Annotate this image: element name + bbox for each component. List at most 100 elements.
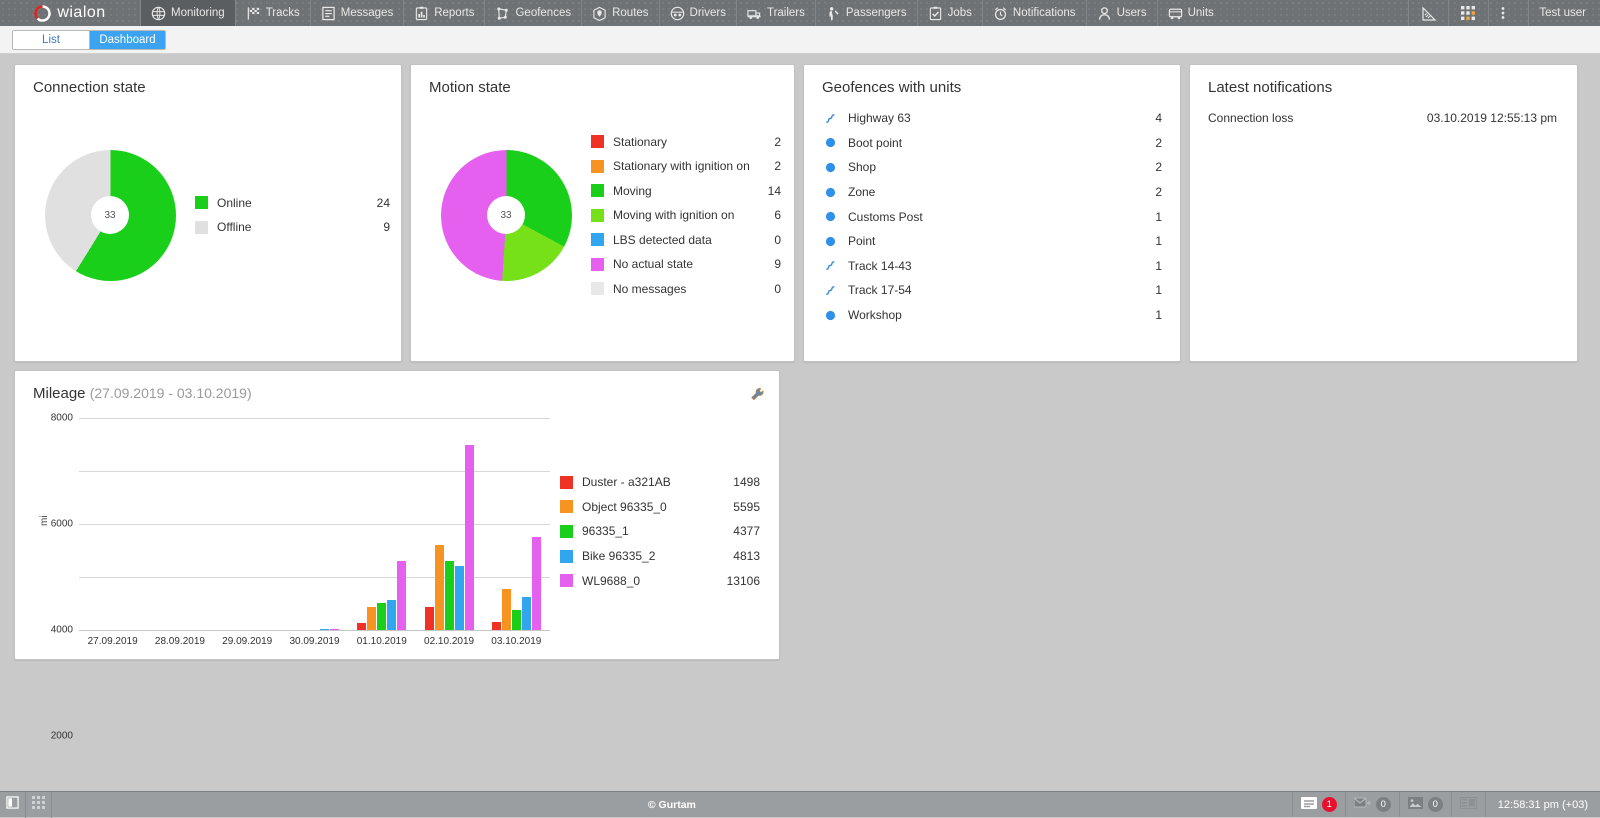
legend-item[interactable]: 96335_14377 (560, 519, 760, 544)
bar[interactable] (522, 597, 531, 630)
legend-item[interactable]: Moving with ignition on6 (591, 203, 781, 228)
wrench-icon[interactable] (750, 387, 765, 402)
mail-indicator[interactable]: 0 (1345, 792, 1399, 817)
motion-state-chart[interactable]: 33 (421, 145, 591, 285)
legend-item[interactable]: Bike 96335_24813 (560, 544, 760, 569)
apps-grid-icon (1461, 6, 1476, 21)
geofence-row[interactable]: Shop2 (822, 155, 1162, 180)
x-axis-tick-label: 30.09.2019 (281, 636, 348, 647)
circle-geofence-icon (822, 162, 838, 173)
bar[interactable] (377, 603, 386, 630)
bar[interactable] (512, 610, 521, 630)
geofence-row[interactable]: Boot point2 (822, 131, 1162, 156)
bar[interactable] (465, 445, 474, 631)
bar[interactable] (387, 600, 396, 630)
nav-item-trailers[interactable]: Trailers (736, 0, 815, 26)
measure-tool-button[interactable] (1408, 0, 1448, 26)
legend-item[interactable]: Object 96335_05595 (560, 495, 760, 520)
nav-item-messages[interactable]: Messages (310, 0, 403, 26)
nav-item-reports[interactable]: Reports (403, 0, 484, 26)
bar[interactable] (435, 545, 444, 630)
nav-item-geofences[interactable]: Geofences (484, 0, 581, 26)
bar[interactable] (532, 537, 541, 630)
grid-toggle-icon (32, 796, 45, 814)
bar[interactable] (320, 629, 329, 630)
geofence-unit-count: 1 (1155, 259, 1162, 273)
legend-item[interactable]: LBS detected data0 (591, 227, 781, 252)
geofence-row[interactable]: Customs Post1 (822, 204, 1162, 229)
alarm-clock-icon (993, 6, 1008, 21)
nav-item-jobs[interactable]: Jobs (917, 0, 982, 26)
geofence-row[interactable]: Workshop1 (822, 303, 1162, 328)
geofence-row[interactable]: Point1 (822, 229, 1162, 254)
geofences-list: Highway 634Boot point2Shop2Zone2Customs … (804, 96, 1180, 327)
tab-dashboard[interactable]: Dashboard (89, 31, 165, 49)
bar[interactable] (367, 607, 376, 630)
legend-item[interactable]: Stationary with ignition on2 (591, 154, 781, 179)
y-axis-tick-label: 4000 (51, 625, 79, 636)
bar[interactable] (357, 623, 366, 630)
legend-color-swatch (195, 196, 208, 209)
bar[interactable] (330, 629, 339, 630)
panel-toggle-button[interactable] (0, 792, 26, 818)
layout-toggle-button[interactable] (1451, 792, 1485, 817)
nav-item-drivers[interactable]: Drivers (659, 0, 736, 26)
bar[interactable] (455, 566, 464, 630)
geofence-row[interactable]: Track 17-541 (822, 278, 1162, 303)
legend-item[interactable]: Stationary2 (591, 129, 781, 154)
bar-group (415, 418, 482, 630)
nav-item-passengers[interactable]: Passengers (815, 0, 917, 26)
top-nav-right-group: Test user (1408, 0, 1600, 26)
legend-label: 96335_1 (582, 524, 733, 538)
legend-item[interactable]: Online24 (195, 191, 390, 216)
connection-state-legend: Online24Offline9 (195, 191, 390, 240)
legend-item[interactable]: WL9688_013106 (560, 568, 760, 593)
geofence-row[interactable]: Highway 634 (822, 106, 1162, 131)
geofence-row[interactable]: Track 14-431 (822, 254, 1162, 279)
bar[interactable] (445, 561, 454, 630)
legend-color-swatch (195, 221, 208, 234)
mileage-chart[interactable]: mi 02000400060008000 27.09.201928.09.201… (15, 408, 560, 648)
nav-item-monitoring[interactable]: Monitoring (140, 0, 235, 26)
view-mode-bar: ListDashboard (0, 26, 1600, 54)
legend-label: Offline (217, 220, 383, 234)
legend-item[interactable]: No actual state9 (591, 252, 781, 277)
nav-item-routes[interactable]: Routes (581, 0, 658, 26)
more-menu-button[interactable] (1488, 0, 1528, 26)
geofences-card: Geofences with units Highway 634Boot poi… (803, 64, 1181, 362)
bar[interactable] (492, 622, 501, 630)
tab-list[interactable]: List (13, 31, 89, 49)
legend-value: 0 (774, 282, 781, 296)
app-logo[interactable]: wialon (0, 0, 140, 26)
circle-geofence-icon (822, 137, 838, 148)
geofence-unit-count: 4 (1155, 111, 1162, 125)
apps-button[interactable] (1448, 0, 1488, 26)
nav-item-label: Notifications (1013, 7, 1076, 19)
bar[interactable] (425, 607, 434, 630)
images-indicator[interactable]: 0 (1399, 792, 1451, 817)
legend-item[interactable]: Moving14 (591, 178, 781, 203)
bus-icon (1168, 6, 1183, 21)
grid-toggle-button[interactable] (26, 792, 52, 818)
nav-item-notifications[interactable]: Notifications (982, 0, 1086, 26)
legend-total-value: 13106 (727, 574, 760, 588)
geofence-name: Boot point (848, 136, 1155, 150)
passenger-icon (826, 6, 841, 21)
nav-item-users[interactable]: Users (1086, 0, 1157, 26)
bar[interactable] (502, 589, 511, 630)
legend-item[interactable]: Offline9 (195, 215, 390, 240)
legend-color-swatch (591, 282, 604, 295)
legend-item[interactable]: Duster - a321AB1498 (560, 470, 760, 495)
bar[interactable] (397, 561, 406, 630)
messages-indicator[interactable]: 1 (1292, 792, 1345, 817)
nav-item-tracks[interactable]: Tracks (235, 0, 310, 26)
nav-item-units[interactable]: Units (1157, 0, 1224, 26)
geofence-row[interactable]: Zone2 (822, 180, 1162, 205)
bar-group (483, 418, 550, 630)
connection-state-chart[interactable]: 33 (25, 145, 195, 285)
legend-item[interactable]: No messages0 (591, 276, 781, 301)
current-user-menu[interactable]: Test user (1528, 0, 1600, 26)
notification-row[interactable]: Connection loss03.10.2019 12:55:13 pm (1208, 106, 1557, 131)
geofences-title: Geofences with units (804, 65, 1180, 96)
layout-icon (1460, 796, 1477, 814)
